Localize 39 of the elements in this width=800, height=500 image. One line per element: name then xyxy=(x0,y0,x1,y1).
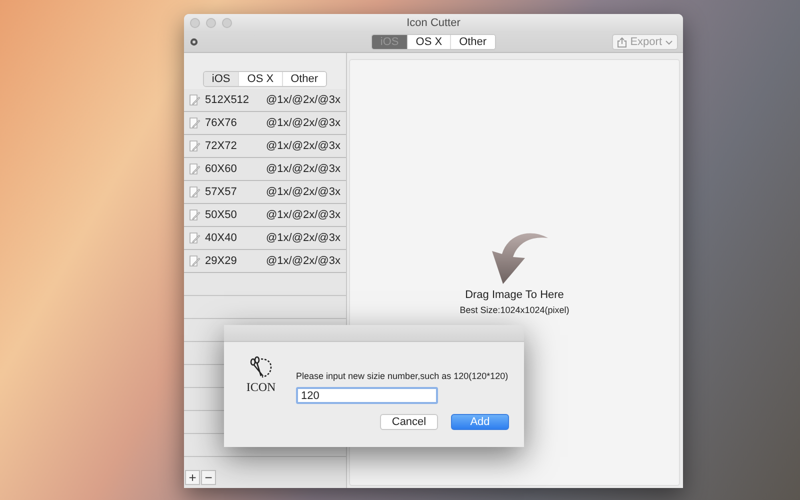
size-label: 57X57 xyxy=(205,186,238,198)
size-label: 512X512 xyxy=(205,94,250,106)
scale-label: @1x/@2x/@3x xyxy=(266,94,340,106)
size-input-field[interactable]: 120 xyxy=(296,387,438,404)
size-label: 40X40 xyxy=(205,232,238,244)
edit-document-icon xyxy=(189,163,201,175)
edit-document-icon xyxy=(189,140,201,152)
edit-document-icon xyxy=(189,186,201,198)
settings-icon[interactable] xyxy=(188,36,200,48)
drop-hint: Best Size:1024x1024(pixel) xyxy=(460,305,570,315)
edit-document-icon xyxy=(189,209,201,221)
logo-text: ICON xyxy=(246,380,276,395)
scale-label: @1x/@2x/@3x xyxy=(266,186,340,198)
window-title: Icon Cutter xyxy=(406,17,460,29)
chevron-down-icon xyxy=(665,40,673,44)
size-label: 50X50 xyxy=(205,209,238,221)
tab[interactable]: Other xyxy=(450,35,495,49)
scale-label: @1x/@2x/@3x xyxy=(266,140,340,152)
scale-label: @1x/@2x/@3x xyxy=(266,117,340,129)
add-button[interactable]: + xyxy=(185,470,200,485)
scale-label: @1x/@2x/@3x xyxy=(266,163,340,175)
scale-label: @1x/@2x/@3x xyxy=(266,255,340,267)
edit-document-icon xyxy=(189,117,201,129)
size-label: 60X60 xyxy=(205,163,238,175)
edit-document-icon xyxy=(189,255,201,267)
scale-label: @1x/@2x/@3x xyxy=(266,209,340,221)
tab[interactable]: Other xyxy=(282,72,326,86)
remove-button[interactable]: − xyxy=(201,470,216,485)
size-label: 76X76 xyxy=(205,117,238,129)
scale-label: @1x/@2x/@3x xyxy=(266,232,340,244)
size-label: 29X29 xyxy=(205,255,238,267)
edit-document-icon xyxy=(189,232,201,244)
share-icon xyxy=(617,36,628,48)
drop-title: Drag Image To Here xyxy=(465,289,564,301)
edit-document-icon xyxy=(189,94,201,106)
cancel-button[interactable]: Cancel xyxy=(380,414,438,430)
tab[interactable]: iOS xyxy=(204,72,238,86)
scissors-icon xyxy=(249,356,273,380)
size-label: 72X72 xyxy=(205,140,238,152)
